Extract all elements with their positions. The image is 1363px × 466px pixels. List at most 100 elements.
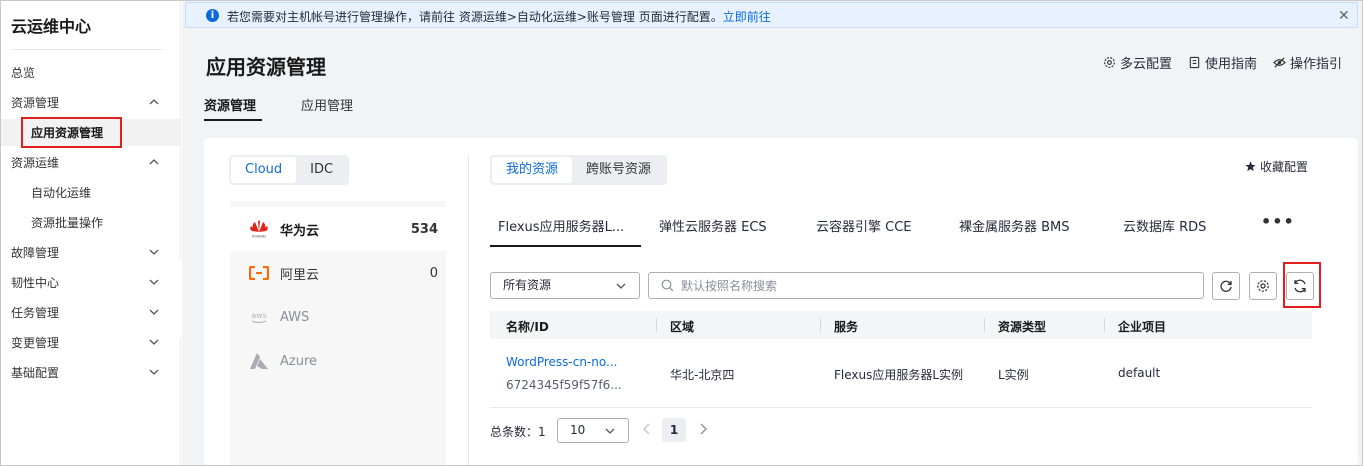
- cloud-item-aliyun[interactable]: 阿里云 0: [230, 251, 446, 295]
- usage-guide-label: 使用指南: [1204, 57, 1257, 72]
- cloud-name: 华为云: [280, 223, 320, 239]
- chevron-down-icon[interactable]: [148, 306, 160, 318]
- cloud-count: 534: [410, 221, 438, 237]
- page-size-value: 10: [570, 423, 586, 437]
- cloud-item-aws[interactable]: aws AWS: [230, 295, 446, 339]
- gear-icon: [1257, 280, 1269, 292]
- segment-my-resources[interactable]: 我的资源: [492, 157, 573, 183]
- azure-logo-icon: [248, 350, 270, 372]
- sidebar-item-base-config[interactable]: 基础配置: [11, 364, 59, 381]
- sidebar-item-resource-ops[interactable]: 资源运维: [11, 154, 59, 171]
- refresh-button[interactable]: [1212, 272, 1240, 300]
- sidebar-title: 云运维中心: [11, 17, 92, 36]
- column-separator: [984, 318, 985, 332]
- usage-guide-link[interactable]: 使用指南: [1188, 53, 1257, 72]
- gear-icon: [1104, 57, 1115, 68]
- segment-cloud[interactable]: Cloud: [231, 157, 297, 183]
- cloud-item-huawei[interactable]: HUAWEI 华为云 534: [230, 207, 446, 251]
- column-separator: [820, 318, 821, 332]
- banner-link[interactable]: 立即前往: [723, 10, 771, 24]
- chevron-down-icon: [616, 283, 626, 289]
- sidebar-item-task-management[interactable]: 任务管理: [11, 304, 59, 321]
- tab-underline: [204, 119, 262, 121]
- chevron-down-icon[interactable]: [148, 246, 160, 258]
- resource-project: default: [1118, 366, 1161, 380]
- svg-text:aws: aws: [251, 311, 267, 320]
- eye-off-icon: [1273, 57, 1286, 68]
- resource-service: Flexus应用服务器L实例: [834, 368, 964, 382]
- multicloud-config-link[interactable]: 多云配置: [1103, 53, 1172, 72]
- chevron-up-icon[interactable]: [148, 96, 160, 108]
- cloud-provider-list: HUAWEI 华为云 534 阿里云 0 aws AWS Azure: [230, 201, 446, 465]
- cloud-name: AWS: [280, 309, 310, 325]
- chevron-up-icon[interactable]: [148, 156, 160, 168]
- sidebar-item-automation-ops[interactable]: 自动化运维: [31, 184, 91, 201]
- sidebar-item-overview[interactable]: 总览: [11, 64, 35, 81]
- info-icon: i: [206, 9, 219, 22]
- tab-bms[interactable]: 裸金属服务器 BMS: [959, 216, 1070, 235]
- resource-name-link[interactable]: WordPress-cn-no...: [506, 355, 617, 369]
- tab-rds[interactable]: 云数据库 RDS: [1123, 216, 1206, 235]
- aliyun-logo-icon: [248, 262, 270, 284]
- chevron-down-icon[interactable]: [148, 336, 160, 348]
- main-area: i 若您需要对主机帐号进行管理操作，请前往 资源运维>自动化运维>账号管理 页面…: [182, 1, 1362, 465]
- segment-idc[interactable]: IDC: [296, 157, 347, 183]
- resource-filter-value: 所有资源: [503, 278, 552, 292]
- refresh-icon: [1220, 280, 1232, 292]
- sidebar-item-fault-management[interactable]: 故障管理: [11, 244, 59, 261]
- info-banner: i 若您需要对主机帐号进行管理操作，请前往 资源运维>自动化运维>账号管理 页面…: [185, 2, 1358, 28]
- panel-divider: [468, 156, 469, 465]
- page-title: 应用资源管理: [206, 55, 326, 79]
- column-header-region: 区域: [670, 320, 695, 334]
- page-number[interactable]: 1: [662, 418, 686, 442]
- segment-cross-account-resources[interactable]: 跨账号资源: [572, 157, 665, 183]
- banner-message: 若您需要对主机帐号进行管理操作，请前往 资源运维>自动化运维>账号管理 页面进行…: [227, 10, 723, 24]
- column-header-name: 名称/ID: [506, 320, 549, 334]
- sidebar-divider: [11, 49, 163, 50]
- document-icon: [1189, 56, 1200, 69]
- chevron-down-icon[interactable]: [148, 366, 160, 378]
- close-icon[interactable]: ✕: [1338, 8, 1350, 24]
- cloud-name: 阿里云: [280, 267, 320, 283]
- next-page-icon[interactable]: [698, 423, 708, 438]
- search-input[interactable]: [681, 277, 1181, 295]
- cloud-name: Azure: [280, 353, 318, 369]
- sidebar-item-resource-management[interactable]: 资源管理: [11, 94, 59, 111]
- star-icon: [1245, 161, 1256, 172]
- resource-type: L实例: [998, 368, 1029, 382]
- sidebar-item-change-management[interactable]: 变更管理: [11, 334, 59, 351]
- resource-region: 华北-北京四: [670, 368, 735, 382]
- tab-flexus[interactable]: Flexus应用服务器L...: [498, 216, 624, 235]
- settings-button[interactable]: [1249, 272, 1277, 300]
- cloud-item-azure[interactable]: Azure: [230, 339, 446, 383]
- more-icon[interactable]: •••: [1261, 212, 1295, 231]
- operation-guide-label: 操作指引: [1289, 57, 1342, 72]
- tab-resource-management[interactable]: 资源管理: [204, 95, 256, 114]
- tab-app-management[interactable]: 应用管理: [301, 95, 353, 114]
- search-box: [648, 272, 1204, 299]
- highlight-box-sync: [1283, 262, 1321, 308]
- chevron-down-icon[interactable]: [148, 276, 160, 288]
- banner-text: 若您需要对主机帐号进行管理操作，请前往 资源运维>自动化运维>账号管理 页面进行…: [227, 8, 771, 25]
- tab-cce[interactable]: 云容器引擎 CCE: [816, 216, 912, 235]
- operation-guide-link[interactable]: 操作指引: [1273, 53, 1342, 72]
- sidebar-item-batch-ops[interactable]: 资源批量操作: [31, 214, 103, 231]
- huawei-logo-icon: HUAWEI: [248, 218, 270, 240]
- favorite-config-button[interactable]: 收藏配置: [1245, 158, 1308, 175]
- highlight-box-sidebar: [21, 117, 122, 148]
- sidebar-item-resilience-center[interactable]: 韧性中心: [11, 274, 59, 291]
- page-size-select[interactable]: 10: [557, 418, 629, 443]
- tab-ecs[interactable]: 弹性云服务器 ECS: [659, 216, 767, 235]
- service-tab-underline: [490, 245, 641, 247]
- resource-filter-select[interactable]: 所有资源: [490, 272, 640, 299]
- multicloud-config-label: 多云配置: [1119, 57, 1172, 72]
- content-card: Cloud IDC HUAWEI 华为云 534 阿里云 0 aws AWS A…: [204, 138, 1358, 465]
- resource-id: 6724345f59f57f6...: [506, 378, 622, 392]
- total-value: 1: [538, 425, 546, 439]
- prev-page-icon[interactable]: [642, 423, 652, 438]
- chevron-down-icon: [605, 428, 615, 434]
- svg-text:HUAWEI: HUAWEI: [252, 235, 266, 239]
- column-separator: [1104, 318, 1105, 332]
- cloud-idc-switch: Cloud IDC: [229, 155, 350, 185]
- column-separator: [656, 318, 657, 332]
